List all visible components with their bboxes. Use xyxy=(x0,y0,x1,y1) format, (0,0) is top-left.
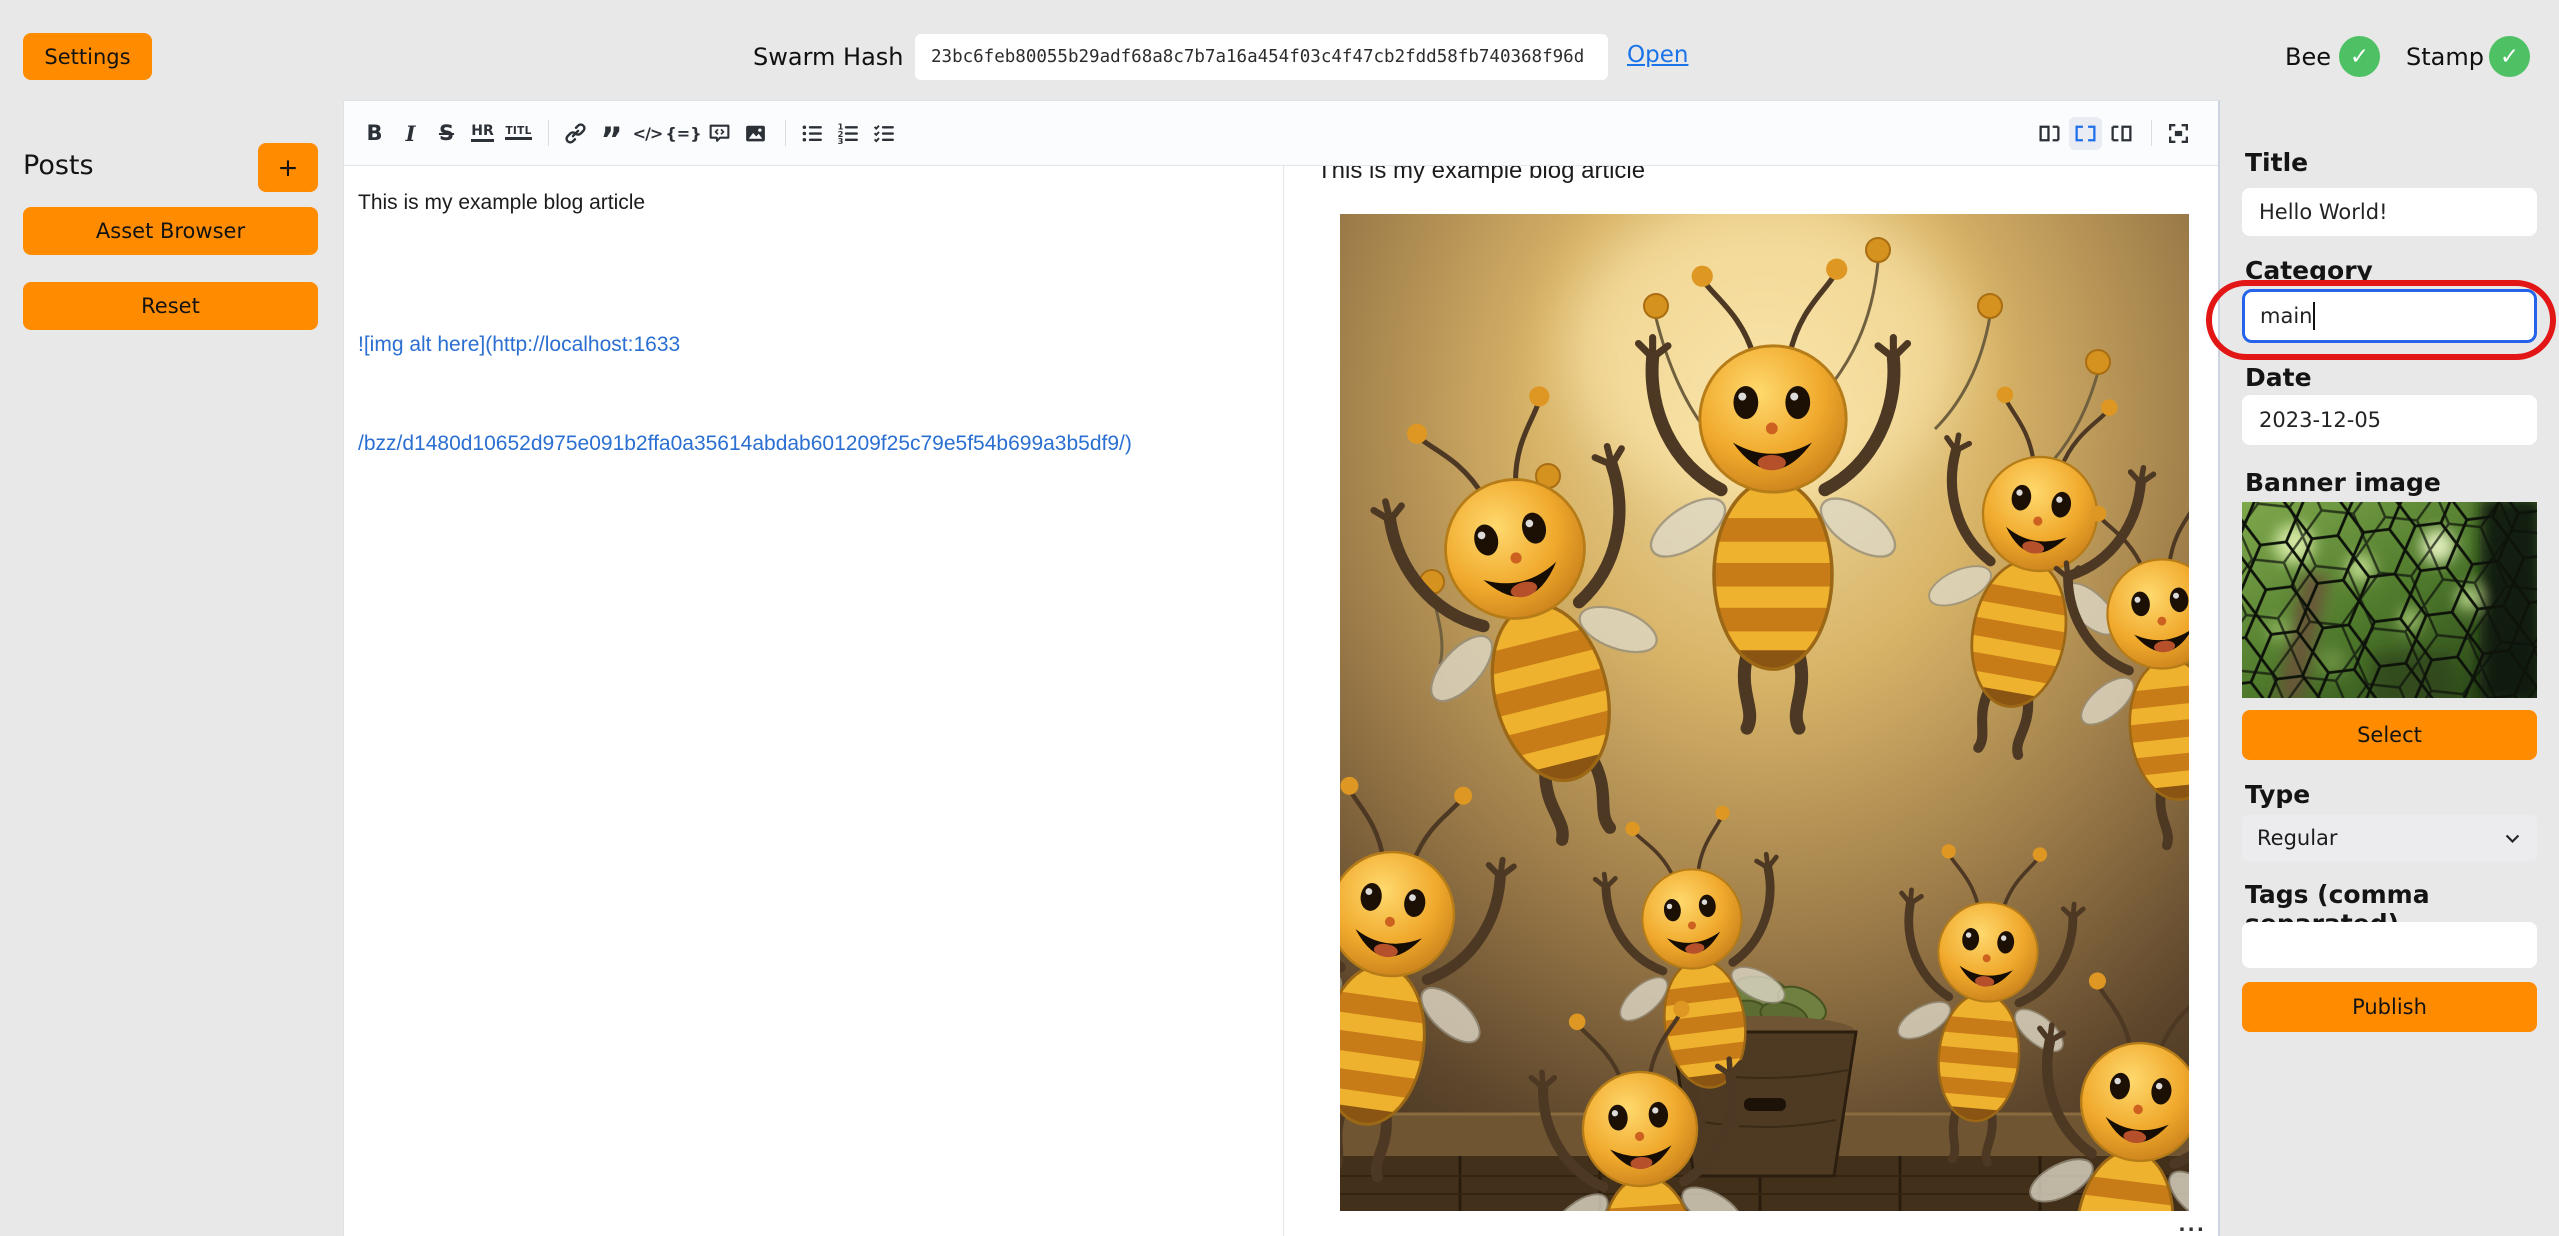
preview-overflow-indicator: ... xyxy=(2178,1214,2206,1236)
chevron-down-icon xyxy=(2503,829,2522,848)
banner-illustration xyxy=(2242,502,2537,698)
swarm-hash-input[interactable] xyxy=(915,34,1608,80)
preview-article-image xyxy=(1340,214,2189,1211)
posts-heading: Posts xyxy=(23,150,94,181)
toolbar-separator xyxy=(785,120,786,146)
markdown-link-line1: ![img alt here](http://localhost:1633 xyxy=(358,328,1132,361)
bees-illustration xyxy=(1340,214,2189,1211)
hr-glyph: HR xyxy=(471,124,494,142)
markdown-editor: B I S HR TITL ” </> {=} xyxy=(343,100,2220,1236)
tags-input[interactable] xyxy=(2242,922,2537,968)
comment-icon[interactable] xyxy=(703,117,736,150)
editor-only-view-icon[interactable] xyxy=(2033,117,2066,150)
markdown-link-line2: /bzz/d1480d10652d975e091b2ffa0a35614abda… xyxy=(358,427,1132,460)
link-icon[interactable] xyxy=(559,117,592,150)
fullscreen-icon[interactable] xyxy=(2162,117,2195,150)
svg-text:3: 3 xyxy=(838,136,844,146)
category-label: Category xyxy=(2245,256,2373,285)
editor-toolbar: B I S HR TITL ” </> {=} xyxy=(344,101,2218,166)
bee-status-label: Bee xyxy=(2285,43,2331,71)
strikethrough-icon[interactable]: S xyxy=(430,117,463,150)
editor-textarea[interactable]: This is my example blog article ![img al… xyxy=(344,166,1283,1236)
banner-image-label: Banner image xyxy=(2245,468,2441,497)
app-window: Settings Swarm Hash Open Bee ✓ Stamp ✓ P… xyxy=(0,0,2559,1236)
bee-check-icon: ✓ xyxy=(2339,36,2380,77)
preview-pane: This is my example blog article xyxy=(1284,166,2218,1236)
editor-text-line: This is my example blog article xyxy=(358,191,645,215)
preview-article-title: This is my example blog article xyxy=(1317,166,2218,185)
stamp-status-label: Stamp xyxy=(2406,43,2484,71)
heading-glyph: TITL xyxy=(505,126,531,141)
date-label: Date xyxy=(2245,363,2312,392)
category-value: main xyxy=(2260,304,2312,328)
bold-icon[interactable]: B xyxy=(358,117,391,150)
banner-image-thumbnail[interactable] xyxy=(2242,502,2537,698)
image-icon[interactable] xyxy=(739,117,772,150)
inline-code-icon[interactable]: </> xyxy=(631,117,664,150)
settings-button[interactable]: Settings xyxy=(23,33,152,80)
stamp-check-icon: ✓ xyxy=(2489,36,2530,77)
category-input[interactable]: main xyxy=(2242,289,2537,343)
date-input[interactable] xyxy=(2242,395,2537,445)
editor-markdown-image-link: ![img alt here](http://localhost:1633 /b… xyxy=(358,262,1132,526)
publish-button[interactable]: Publish xyxy=(2242,982,2537,1032)
open-link[interactable]: Open xyxy=(1627,42,1688,68)
asset-browser-button[interactable]: Asset Browser xyxy=(23,207,318,255)
type-label: Type xyxy=(2245,780,2310,809)
text-cursor xyxy=(2313,302,2315,330)
unordered-list-icon[interactable] xyxy=(796,117,829,150)
quote-icon[interactable]: ” xyxy=(595,110,628,157)
italic-icon[interactable]: I xyxy=(394,117,427,150)
title-input[interactable] xyxy=(2242,188,2537,236)
code-block-icon[interactable]: {=} xyxy=(667,117,700,150)
ordered-list-icon[interactable]: 1 2 3 xyxy=(832,117,865,150)
preview-only-view-icon[interactable] xyxy=(2105,117,2138,150)
swarm-hash-label: Swarm Hash xyxy=(753,43,904,71)
add-post-button[interactable]: + xyxy=(258,143,318,192)
split-view-icon[interactable] xyxy=(2069,117,2102,150)
reset-button[interactable]: Reset xyxy=(23,282,318,330)
horizontal-rule-icon[interactable]: HR xyxy=(466,117,499,150)
type-selected-value: Regular xyxy=(2257,826,2338,850)
title-label: Title xyxy=(2245,148,2308,177)
heading-icon[interactable]: TITL xyxy=(502,117,535,150)
toolbar-separator xyxy=(548,120,549,146)
toolbar-view-controls xyxy=(2033,117,2204,150)
task-list-icon[interactable] xyxy=(868,117,901,150)
type-select[interactable]: Regular xyxy=(2242,815,2537,861)
banner-select-button[interactable]: Select xyxy=(2242,710,2537,760)
toolbar-separator xyxy=(2151,120,2152,146)
